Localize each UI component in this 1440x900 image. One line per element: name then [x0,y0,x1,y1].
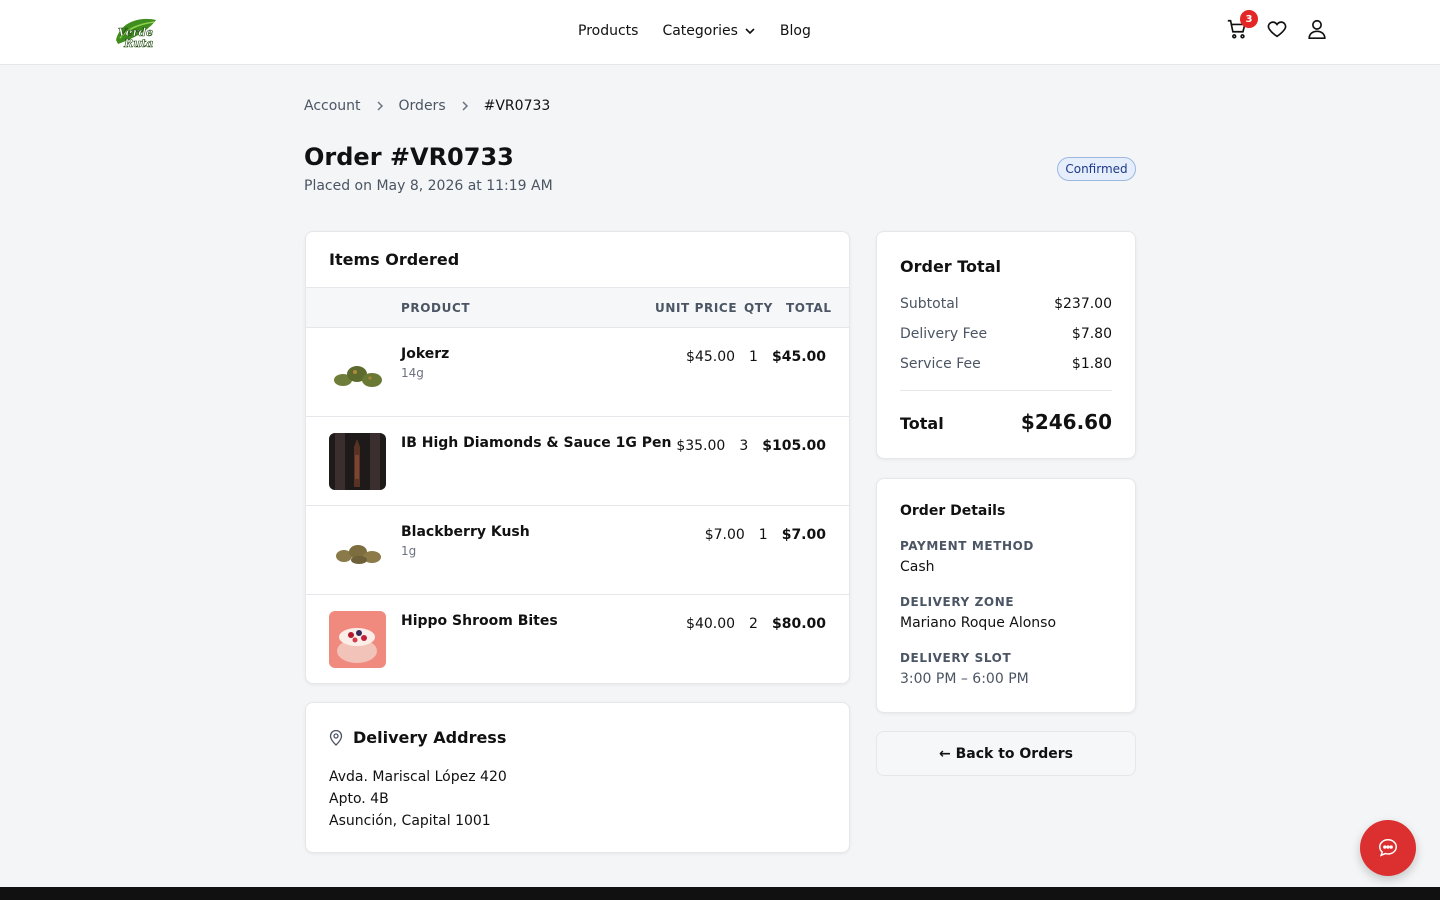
quantity: 2 [749,616,758,632]
grand-total-value: $246.60 [1020,410,1112,434]
col-qty: QTY [744,301,773,315]
line-total: $45.00 [771,349,826,365]
address-line-1: Avda. Mariscal López 420 [329,769,507,785]
subtotal-value: $237.00 [1054,296,1112,312]
chevron-right-icon [377,101,383,111]
unit-price: $40.00 [686,616,736,632]
unit-price: $45.00 [686,349,736,365]
product-thumbnail[interactable] [329,611,386,668]
unit-price: $35.00 [676,438,726,454]
service-fee-row: Service Fee $1.80 [900,356,1112,372]
back-to-orders-button[interactable]: ← Back to Orders [876,731,1136,776]
delivery-slot-label: DELIVERY SLOT [900,651,1012,665]
delivery-fee-row: Delivery Fee $7.80 [900,326,1112,342]
cart-count-badge: 3 [1240,10,1258,28]
main-nav: Products Categories Blog [578,23,811,39]
order-total-title: Order Total [900,257,1001,276]
breadcrumb-current: #VR0733 [483,98,551,114]
col-unit-price: UNIT PRICE [655,301,738,315]
cart-button[interactable]: 3 [1226,10,1258,40]
delivery-address-card: Delivery Address Avda. Mariscal López 42… [305,702,850,853]
delivery-slot-value: 3:00 PM – 6:00 PM [900,671,1029,687]
nav-products[interactable]: Products [578,23,638,39]
wishlist-button[interactable] [1266,18,1288,40]
table-row: Blackberry Kush 1g $7.00 1 $7.00 [306,506,849,595]
product-name[interactable]: Hippo Shroom Bites [401,613,558,629]
svg-text:Ruta: Ruta [123,37,153,50]
nav-categories[interactable]: Categories [662,23,755,39]
quantity: 1 [758,527,768,543]
items-table-header: PRODUCT UNIT PRICE QTY TOTAL [306,287,849,328]
footer-bar [0,887,1440,900]
row-prices: $35.00 3 $105.00 [676,438,826,454]
row-prices: $7.00 1 $7.00 [705,527,826,543]
delivery-address-title-text: Delivery Address [353,728,507,747]
nav-categories-label: Categories [662,23,738,39]
address-line-3: Asunción, Capital 1001 [329,813,491,829]
quantity: 3 [739,438,749,454]
user-icon [1308,19,1326,39]
service-fee-label: Service Fee [900,356,981,372]
heart-icon [1267,21,1287,38]
breadcrumb: Account Orders #VR0733 [304,98,550,114]
delivery-fee-label: Delivery Fee [900,326,988,342]
line-total: $105.00 [762,438,826,454]
order-details-card: Order Details PAYMENT METHOD Cash DELIVE… [876,478,1136,713]
chat-bubble-icon [1379,839,1397,857]
location-pin-icon [329,729,343,746]
subtotal-row: Subtotal $237.00 [900,296,1112,312]
account-button[interactable] [1306,18,1328,40]
subtotal-label: Subtotal [900,296,959,312]
page-title: Order #VR0733 [304,143,514,171]
chat-button[interactable] [1360,820,1416,876]
grand-total-label: Total [900,414,944,433]
order-total-card: Order Total Subtotal $237.00 Delivery Fe… [876,231,1136,459]
delivery-zone-label: DELIVERY ZONE [900,595,1015,609]
product-thumbnail[interactable] [329,433,386,490]
product-name[interactable]: Jokerz [401,346,449,362]
row-prices: $40.00 2 $80.00 [686,616,826,632]
row-prices: $45.00 1 $45.00 [686,349,826,365]
line-total: $80.00 [771,616,826,632]
breadcrumb-account[interactable]: Account [304,98,361,114]
col-product: PRODUCT [401,301,471,315]
order-placed-date: Placed on May 8, 2026 at 11:19 AM [304,178,553,194]
payment-method-label: PAYMENT METHOD [900,539,1034,553]
product-variant: 1g [401,544,417,558]
items-ordered-card: Items Ordered PRODUCT UNIT PRICE QTY TOT… [305,231,850,684]
top-header: Verde Ruta Products Categories Blog 3 [0,0,1440,65]
address-lines: Avda. Mariscal López 420 Apto. 4B Asunci… [329,766,507,832]
order-details-title: Order Details [900,503,1006,519]
chevron-right-icon [462,101,468,111]
breadcrumb-orders[interactable]: Orders [399,98,446,114]
nav-blog[interactable]: Blog [780,23,811,39]
totals-divider [900,390,1112,391]
address-line-2: Apto. 4B [329,791,389,807]
grand-total-row: Total $246.60 [900,410,1112,434]
quantity: 1 [749,349,758,365]
items-ordered-title: Items Ordered [329,250,460,269]
table-row: Jokerz 14g $45.00 1 $45.00 [306,328,849,417]
delivery-zone-value: Mariano Roque Alonso [900,615,1057,631]
table-row: IB High Diamonds & Sauce 1G Pen $35.00 3… [306,417,849,506]
brand-logo[interactable]: Verde Ruta [110,14,162,50]
product-thumbnail[interactable] [329,522,386,579]
product-name[interactable]: Blackberry Kush [401,524,530,540]
line-total: $7.00 [781,527,826,543]
unit-price: $7.00 [704,527,745,543]
product-name[interactable]: IB High Diamonds & Sauce 1G Pen [401,435,671,451]
service-fee-value: $1.80 [1071,356,1112,372]
delivery-fee-value: $7.80 [1071,326,1112,342]
delivery-address-title: Delivery Address [329,728,506,747]
chevron-down-icon [745,28,755,35]
header-actions: 3 [1226,10,1328,40]
col-total: TOTAL [786,301,832,315]
product-variant: 14g [401,366,424,380]
product-thumbnail[interactable] [329,344,386,401]
payment-method-value: Cash [900,559,935,575]
status-badge: Confirmed [1057,157,1136,181]
table-row: Hippo Shroom Bites $40.00 2 $80.00 [306,595,849,683]
